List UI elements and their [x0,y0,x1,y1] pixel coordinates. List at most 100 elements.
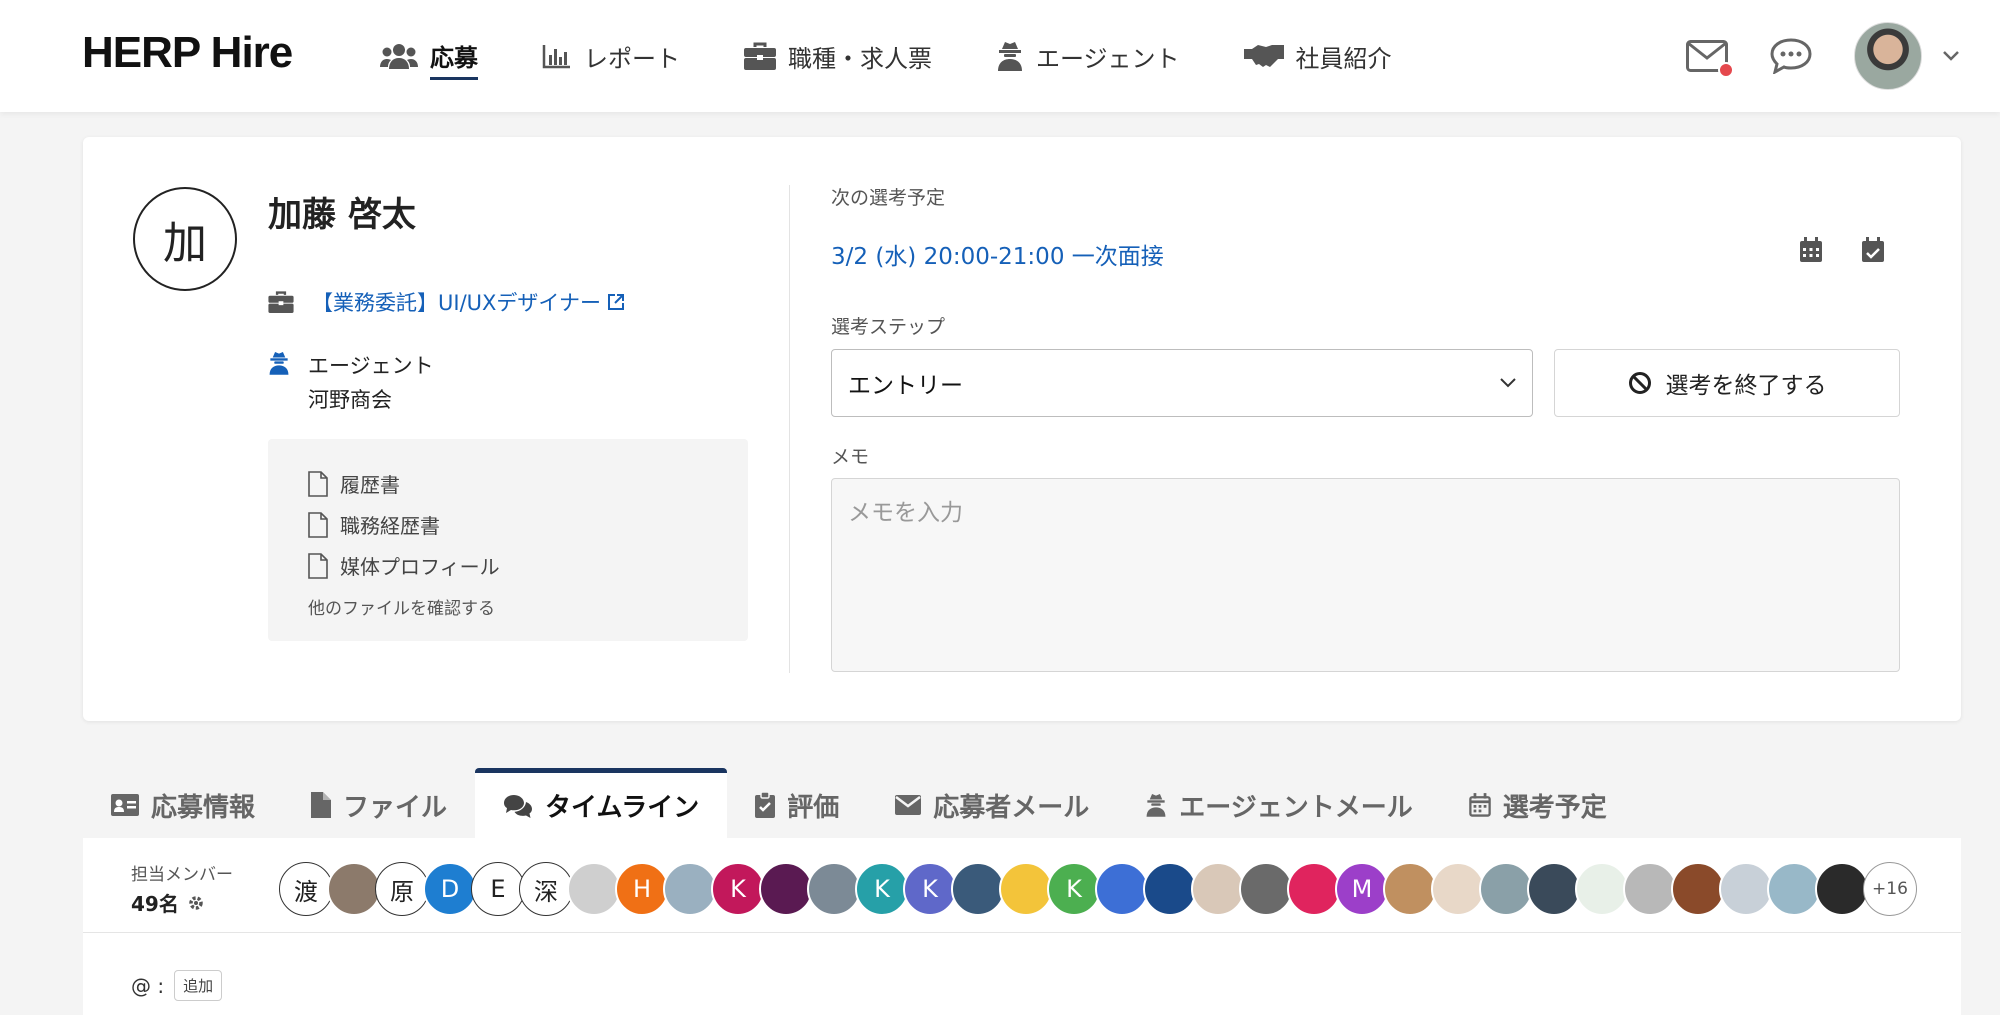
tab-label: タイムライン [545,793,700,823]
member-avatar[interactable]: 深 [519,862,573,916]
member-avatar[interactable] [999,862,1053,916]
tab-agent-mail[interactable]: エージェントメール [1117,772,1440,838]
candidate-avatar: 加 [133,187,237,291]
handshake-icon [1243,43,1284,69]
job-title: 【業務委託】UI/UXデザイナー [312,291,601,315]
member-avatar[interactable]: D [423,862,477,916]
member-avatar[interactable] [759,862,813,916]
more-files-link[interactable]: 他のファイルを確認する [308,594,708,619]
member-avatar[interactable] [327,862,381,916]
vertical-divider [789,185,790,673]
chevron-down-icon [1500,378,1516,388]
member-avatar[interactable] [1479,862,1533,916]
members-count-value: 49名 [131,892,179,916]
member-avatar[interactable] [663,862,717,916]
file-name: 職務経歴書 [340,514,440,538]
member-avatar[interactable] [1143,862,1197,916]
members-label: 担当メンバー [131,865,233,885]
tab-applicant-mail[interactable]: 応募者メール [867,772,1117,838]
file-icon [311,792,332,818]
top-navigation-bar: HERP Hire 応募 レポート 職種・求人票 エージェント 社員紹介 [0,0,2000,112]
file-item-profile[interactable]: 媒体プロフィール [308,545,708,586]
file-list: 履歴書 職務経歴書 媒体プロフィール 他のファイルを確認する [268,439,748,641]
divider [83,932,1961,933]
nav-label: エージェント [1036,44,1180,73]
member-avatar[interactable]: K [711,862,765,916]
member-avatar[interactable]: 渡 [279,862,333,916]
member-avatar[interactable]: H [615,862,669,916]
member-avatar[interactable] [1575,862,1629,916]
agent-name[interactable]: 河野商会 [308,383,434,417]
calendar-icon [1468,793,1491,817]
end-selection-button[interactable]: 選考を終了する [1554,349,1900,417]
notification-dot [1718,62,1734,78]
chart-icon [542,43,572,69]
nav-item-referrals[interactable]: 社員紹介 [1243,0,1392,112]
nav-item-applications[interactable]: 応募 [380,0,478,112]
next-schedule-link[interactable]: 3/2 (水) 20:00-21:00 一次面接 [831,237,1164,271]
member-avatar[interactable] [1527,862,1581,916]
member-avatar[interactable] [1815,862,1869,916]
schedule-actions [1799,237,1885,267]
tab-label: 応募者メール [933,792,1090,823]
calendar-icon[interactable] [1799,237,1823,267]
tab-evaluation[interactable]: 評価 [727,772,867,838]
ban-icon [1628,372,1651,394]
briefcase-icon [744,42,776,70]
tab-application-info[interactable]: 応募情報 [83,772,283,838]
nav-item-reports[interactable]: レポート [542,0,680,112]
member-avatar[interactable]: M [1335,862,1389,916]
member-avatar[interactable] [1767,862,1821,916]
job-row: 【業務委託】UI/UXデザイナー [268,287,625,317]
candidate-card: 加 加藤 啓太 【業務委託】UI/UXデザイナー エージェント 河野商会 履歴書… [83,137,1961,721]
mail-notification-button[interactable] [1686,40,1734,78]
add-mention-button[interactable]: 追加 [174,970,223,1001]
tab-label: エージェントメール [1179,792,1413,823]
user-avatar[interactable] [1854,22,1922,90]
more-members-button[interactable]: +16 [1863,862,1917,916]
member-avatar[interactable] [1431,862,1485,916]
member-avatar[interactable] [567,862,621,916]
tab-timeline[interactable]: タイムライン [475,768,728,838]
tab-files[interactable]: ファイル [283,772,475,838]
file-item-career[interactable]: 職務経歴書 [308,504,708,545]
member-avatar[interactable] [807,862,861,916]
mention-prefix: @ : [131,973,165,998]
member-avatar[interactable] [1719,862,1773,916]
step-label: 選考ステップ [831,316,946,338]
agent-icon [268,349,290,417]
chat-button[interactable] [1770,38,1812,74]
nav-label: レポート [584,44,680,73]
member-avatar[interactable]: K [855,862,909,916]
nav-label: 応募 [430,38,478,80]
member-avatar[interactable]: 原 [375,862,429,916]
member-avatar[interactable] [1287,862,1341,916]
member-avatar[interactable] [1239,862,1293,916]
gear-icon[interactable] [187,894,205,912]
chevron-down-icon[interactable] [1942,47,1960,66]
end-selection-label: 選考を終了する [1665,373,1827,399]
chat-bubble-icon [1770,38,1812,74]
member-avatar[interactable]: E [471,862,525,916]
memo-textarea[interactable]: メモを入力 [831,478,1900,672]
file-name: 履歴書 [340,473,400,497]
job-link[interactable]: 【業務委託】UI/UXデザイナー [312,287,625,317]
member-avatar[interactable]: K [1047,862,1101,916]
member-avatar[interactable] [1191,862,1245,916]
app-logo[interactable]: HERP Hire [82,28,293,78]
member-avatar[interactable] [1383,862,1437,916]
tab-schedule[interactable]: 選考予定 [1441,772,1635,838]
member-avatar[interactable] [951,862,1005,916]
step-select[interactable]: エントリー [831,349,1533,417]
member-avatar[interactable] [1623,862,1677,916]
briefcase-icon [268,291,294,313]
member-avatar[interactable]: K [903,862,957,916]
member-avatar[interactable] [1095,862,1149,916]
member-avatar[interactable] [1671,862,1725,916]
calendar-check-icon[interactable] [1861,237,1885,267]
candidate-name: 加藤 啓太 [268,195,416,235]
nav-item-agents[interactable]: エージェント [996,0,1180,112]
file-item-resume[interactable]: 履歴書 [308,463,708,504]
members-count: 49名 [131,888,205,917]
nav-item-jobs[interactable]: 職種・求人票 [744,0,932,112]
